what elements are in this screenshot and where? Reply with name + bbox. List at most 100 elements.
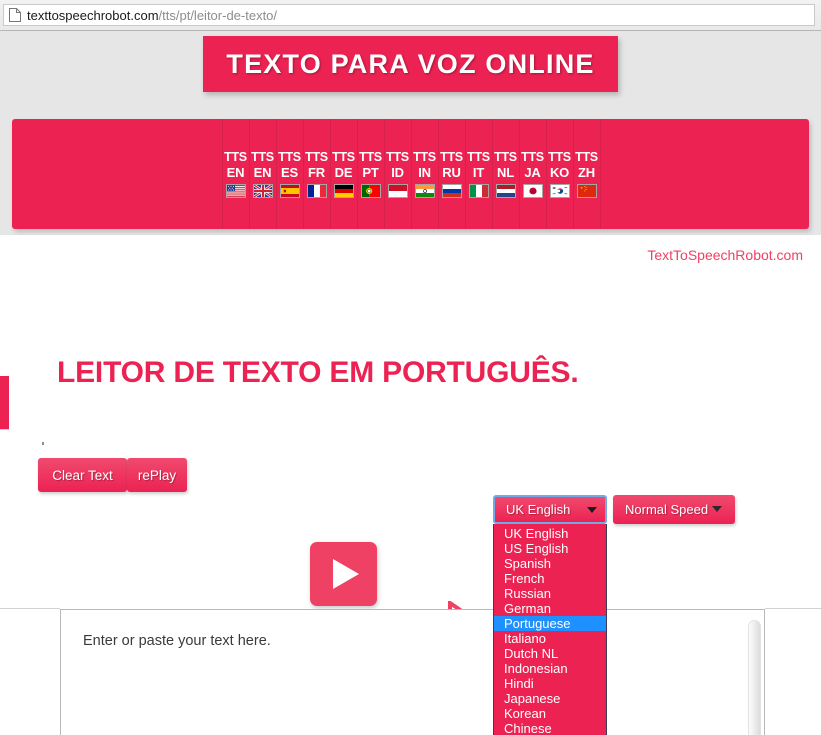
lang-code: PT <box>362 165 379 180</box>
tts-label: TTS <box>251 150 274 164</box>
lang-code: ES <box>281 165 298 180</box>
voice-option-portuguese[interactable]: Portuguese <box>494 616 606 631</box>
tts-label: TTS <box>305 150 328 164</box>
de-flag-icon <box>333 184 354 198</box>
stray-dot <box>42 442 44 445</box>
tts-label: TTS <box>521 150 544 164</box>
page-icon <box>9 8 21 22</box>
id-flag-icon <box>387 184 408 198</box>
url-bar[interactable]: texttospeechrobot.com/tts/pt/leitor-de-t… <box>3 4 815 26</box>
chevron-down-icon <box>712 506 722 512</box>
lang-code: JA <box>524 165 541 180</box>
voice-option-us-english[interactable]: US English <box>494 541 606 556</box>
voice-option-spanish[interactable]: Spanish <box>494 556 606 571</box>
scrollbar-thumb[interactable] <box>748 620 761 735</box>
browser-chrome: texttospeechrobot.com/tts/pt/leitor-de-t… <box>0 0 821 31</box>
tts-label: TTS <box>413 150 436 164</box>
site-title-banner: TEXTO PARA VOZ ONLINE <box>203 36 618 92</box>
url-path: /tts/pt/leitor-de-texto/ <box>158 7 278 23</box>
lang-code: EN <box>253 165 272 180</box>
page-title: LEITOR DE TEXTO EM PORTUGUÊS. <box>57 356 579 389</box>
voice-option-dutch-nl[interactable]: Dutch NL <box>494 646 606 661</box>
divider <box>0 608 60 609</box>
tts-label: TTS <box>224 150 247 164</box>
lang-code: FR <box>308 165 325 180</box>
speed-select[interactable]: Normal Speed <box>613 495 735 524</box>
it-flag-icon <box>468 184 489 198</box>
speed-select-value: Normal Speed <box>625 502 709 517</box>
lang-item-de[interactable]: TTS DE <box>329 119 358 229</box>
cn-flag-icon <box>576 184 597 198</box>
text-input-scrollbar[interactable] <box>746 611 763 735</box>
lang-item-pt[interactable]: TTS PT <box>356 119 385 229</box>
lang-item-fr[interactable]: TTS FR <box>302 119 331 229</box>
lang-code: EN <box>226 165 245 180</box>
lang-item-it[interactable]: TTS IT <box>464 119 493 229</box>
tts-label: TTS <box>575 150 598 164</box>
voice-option-uk-english[interactable]: UK English <box>494 526 606 541</box>
tts-label: TTS <box>467 150 490 164</box>
jp-flag-icon <box>522 184 543 198</box>
lang-item-ru[interactable]: TTS RU <box>437 119 466 229</box>
voice-option-japanese[interactable]: Japanese <box>494 691 606 706</box>
page-content: TEXTO PARA VOZ ONLINE TTS EN TTS EN TTS … <box>0 31 821 735</box>
voice-option-hindi[interactable]: Hindi <box>494 676 606 691</box>
language-nav-bar: TTS EN TTS EN TTS ES TTS FR TTS DE TTS P… <box>12 119 809 229</box>
in-flag-icon <box>414 184 435 198</box>
voice-option-italiano[interactable]: Italiano <box>494 631 606 646</box>
language-nav-items: TTS EN TTS EN TTS ES TTS FR TTS DE TTS P… <box>221 119 601 229</box>
url-host: texttospeechrobot.com <box>27 7 159 23</box>
pt-flag-icon <box>360 184 381 198</box>
voice-option-korean[interactable]: Korean <box>494 706 606 721</box>
play-button[interactable] <box>310 542 377 606</box>
text-input-placeholder: Enter or paste your text here. <box>83 633 271 649</box>
voice-option-german[interactable]: German <box>494 601 606 616</box>
tts-label: TTS <box>278 150 301 164</box>
lang-item-en-us[interactable]: TTS EN <box>221 119 250 229</box>
lang-code: ID <box>391 165 404 180</box>
divider <box>0 429 9 430</box>
clear-text-button[interactable]: Clear Text <box>38 458 127 492</box>
voice-option-russian[interactable]: Russian <box>494 586 606 601</box>
tts-label: TTS <box>332 150 355 164</box>
chevron-down-icon <box>587 507 597 513</box>
tts-label: TTS <box>548 150 571 164</box>
tts-label: TTS <box>494 150 517 164</box>
voice-option-french[interactable]: French <box>494 571 606 586</box>
voice-select[interactable]: UK English <box>493 495 607 524</box>
lang-code: NL <box>497 165 514 180</box>
lang-item-ja[interactable]: TTS JA <box>518 119 547 229</box>
ru-flag-icon <box>441 184 462 198</box>
voice-select-value: UK English <box>506 502 571 517</box>
voice-option-indonesian[interactable]: Indonesian <box>494 661 606 676</box>
nl-flag-icon <box>495 184 516 198</box>
lang-code: DE <box>334 165 353 180</box>
tts-label: TTS <box>359 150 382 164</box>
lang-item-zh[interactable]: TTS ZH <box>572 119 601 229</box>
replay-button[interactable]: rePlay <box>127 458 187 492</box>
lang-item-ko[interactable]: TTS KO <box>545 119 574 229</box>
lang-item-en-uk[interactable]: TTS EN <box>248 119 277 229</box>
heading-accent-bar <box>0 376 9 429</box>
voice-option-chinese[interactable]: Chinese <box>494 721 606 735</box>
lang-item-nl[interactable]: TTS NL <box>491 119 520 229</box>
tts-label: TTS <box>386 150 409 164</box>
fr-flag-icon <box>306 184 327 198</box>
site-watermark: TextToSpeechRobot.com <box>647 247 803 263</box>
lang-code: KO <box>549 165 570 180</box>
lang-item-es[interactable]: TTS ES <box>275 119 304 229</box>
es-flag-icon <box>279 184 300 198</box>
site-title-text: TEXTO PARA VOZ ONLINE <box>226 48 595 79</box>
lang-item-in[interactable]: TTS IN <box>410 119 439 229</box>
lang-item-id[interactable]: TTS ID <box>383 119 412 229</box>
divider <box>765 608 821 609</box>
tts-label: TTS <box>440 150 463 164</box>
lang-code: RU <box>442 165 461 180</box>
lang-code: ZH <box>578 165 595 180</box>
play-triangle-icon <box>333 559 359 589</box>
gb-flag-icon <box>252 184 273 198</box>
kr-flag-icon <box>549 184 570 198</box>
voice-select-dropdown[interactable]: UK English US English Spanish French Rus… <box>493 524 607 735</box>
us-flag-icon <box>225 184 246 198</box>
text-input-area[interactable]: Enter or paste your text here. <box>60 609 765 735</box>
